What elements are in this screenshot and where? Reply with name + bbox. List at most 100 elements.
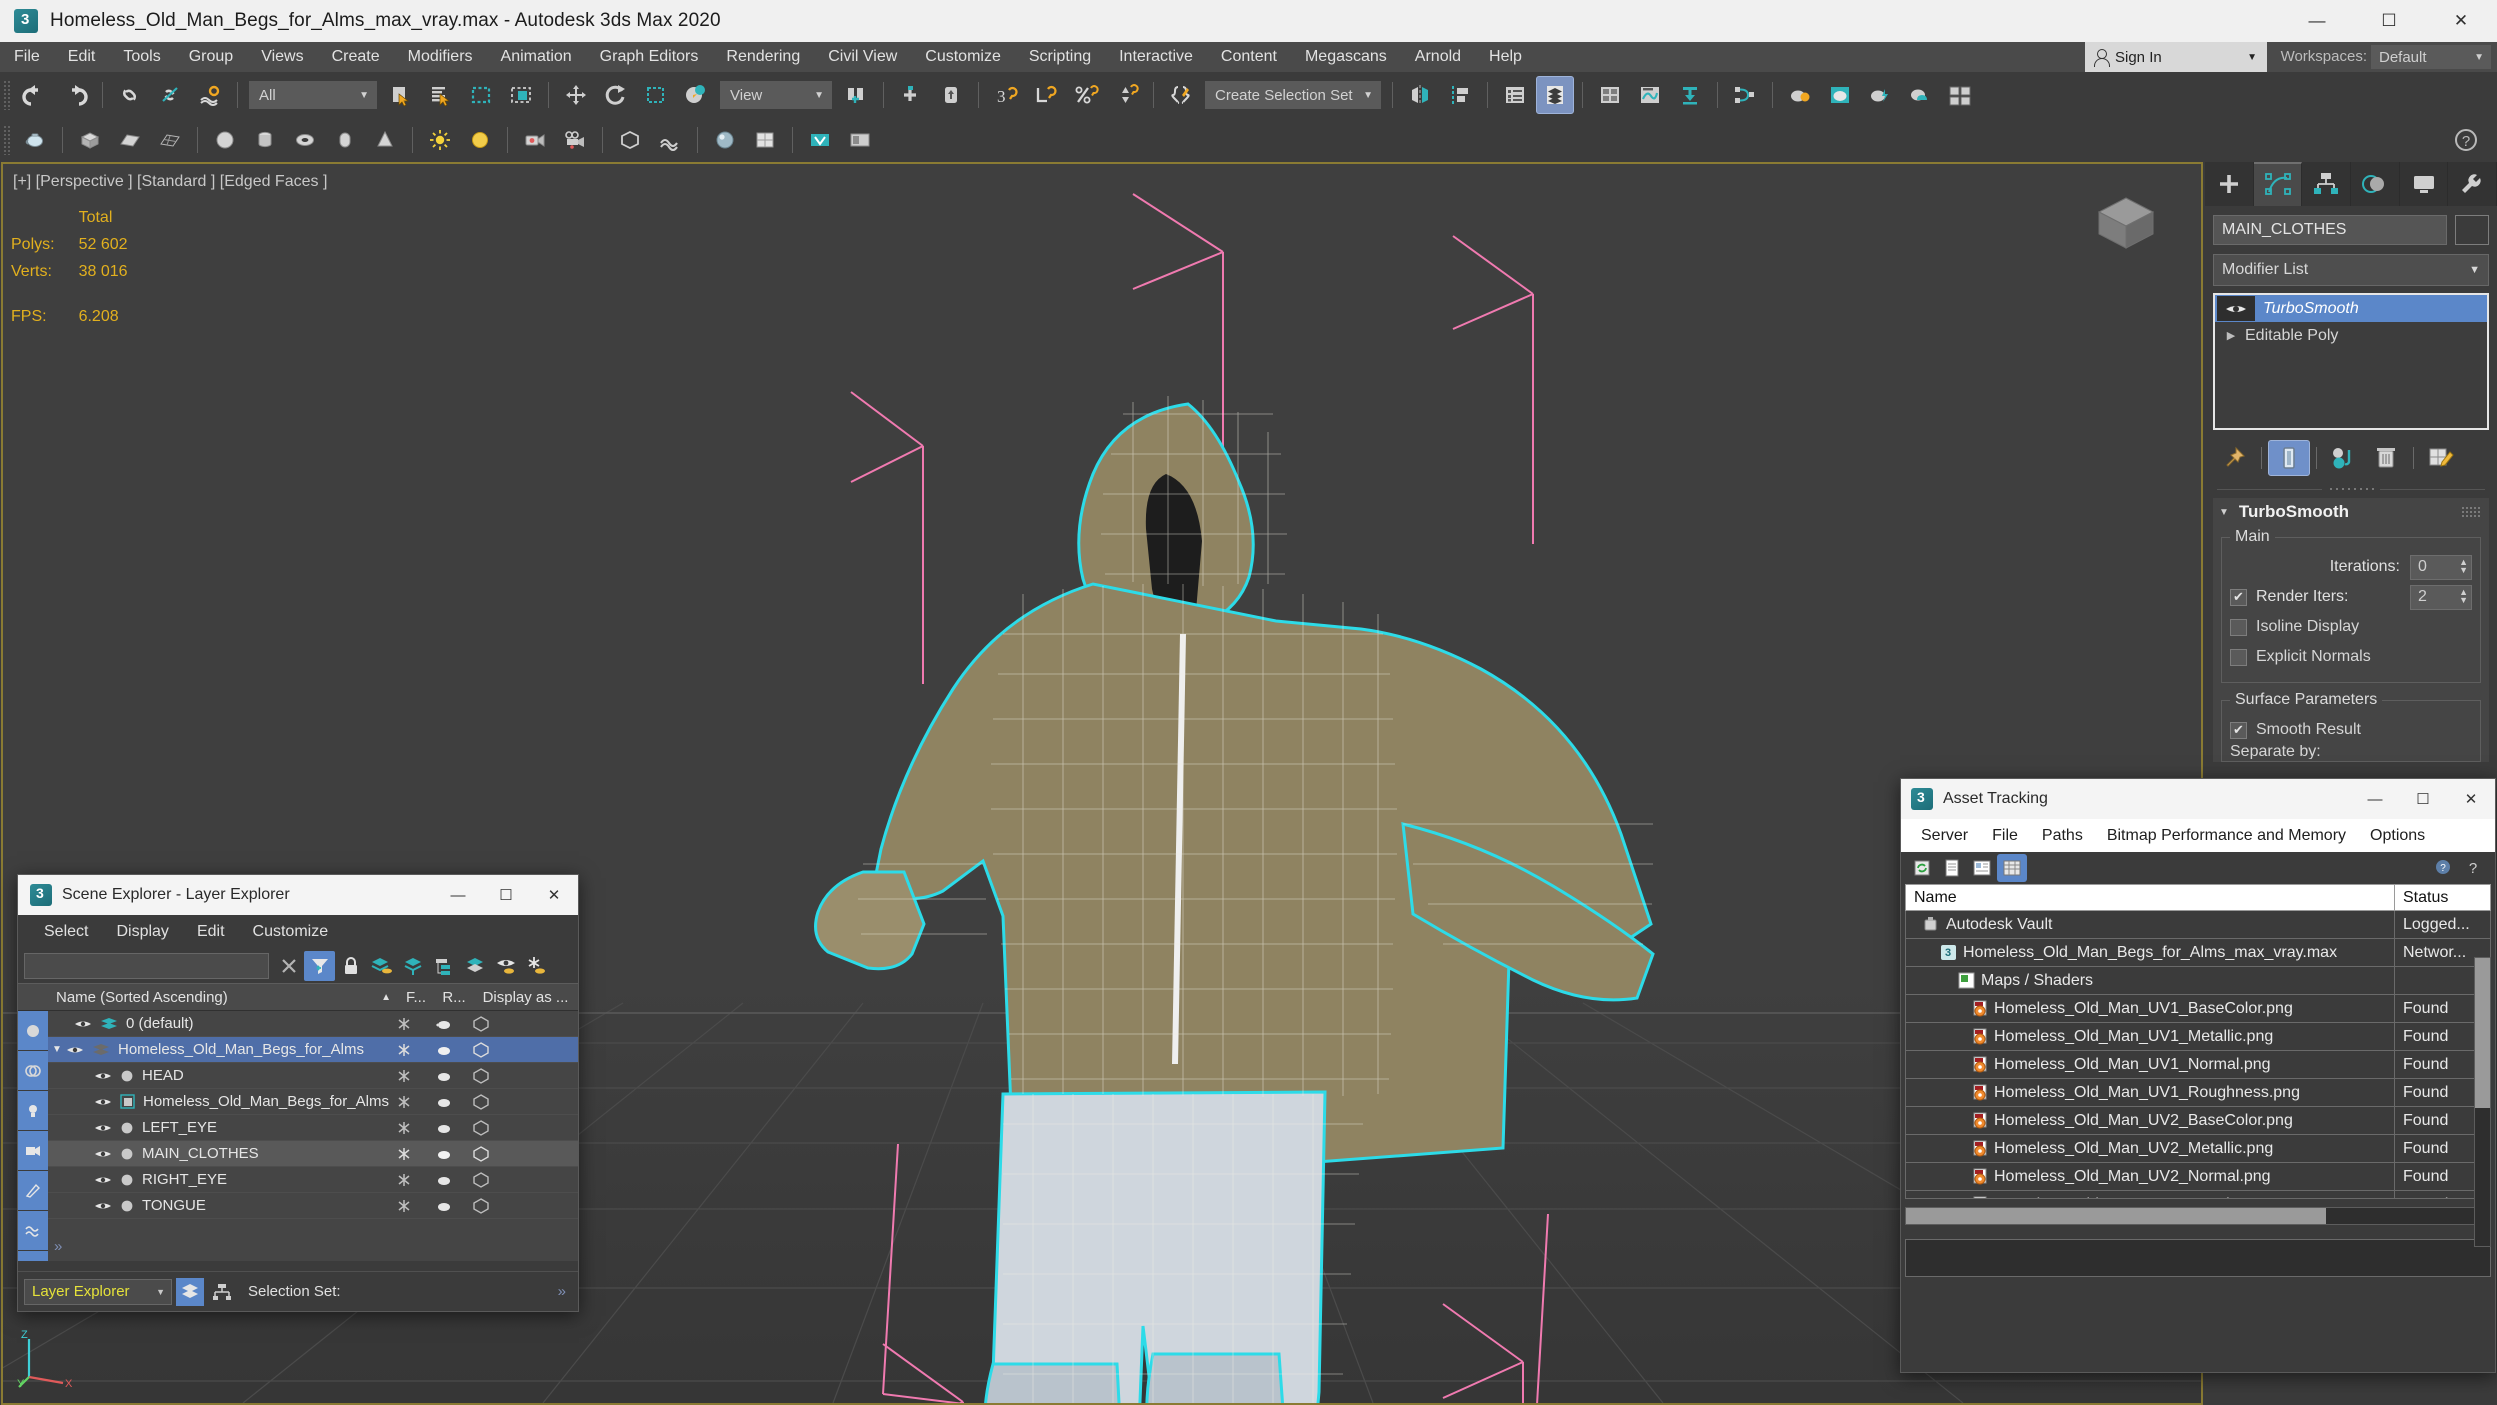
scene-explorer-window[interactable]: Scene Explorer - Layer Explorer — ☐ ✕ Se… — [17, 874, 579, 1312]
list-item[interactable]: RIGHT_EYE — [48, 1167, 578, 1193]
edit-named-selection-sets-icon[interactable] — [1162, 76, 1200, 114]
at-menu-bitmap-performance[interactable]: Bitmap Performance and Memory — [2095, 827, 2358, 845]
close-button[interactable]: ✕ — [2447, 779, 2495, 819]
list-item[interactable]: Homeless_Old_Man_Begs_for_Alms — [48, 1089, 578, 1115]
eye-icon[interactable] — [74, 1018, 92, 1030]
isoline-display-checkbox[interactable] — [2230, 618, 2247, 636]
render-cell[interactable] — [435, 1070, 473, 1082]
display-as-cell[interactable] — [473, 1067, 578, 1084]
select-and-manipulate-icon[interactable] — [892, 76, 930, 114]
list-item[interactable]: ▼ Homeless_Old_Man_Begs_for_Alms — [48, 1037, 578, 1063]
maximize-button[interactable]: ☐ — [2399, 779, 2447, 819]
column-renderable[interactable]: R... — [435, 989, 473, 1006]
tab-utilities[interactable] — [2448, 162, 2497, 206]
menu-graph-editors[interactable]: Graph Editors — [586, 42, 713, 72]
freeze-cell[interactable] — [397, 1121, 435, 1135]
render-in-cloud-icon[interactable] — [1901, 76, 1939, 114]
render-frame-window-icon[interactable] — [1941, 76, 1979, 114]
smooth-result-checkbox[interactable]: ✔ — [2230, 721, 2247, 739]
display-as-cell[interactable] — [473, 1145, 578, 1162]
sun-positioner-icon[interactable] — [461, 121, 499, 159]
smooth-result-row[interactable]: ✔ Smooth Result — [2230, 715, 2472, 745]
configure-modifier-sets-icon[interactable] — [2420, 440, 2462, 476]
expander-right[interactable]: » — [558, 1283, 566, 1300]
toolbar-grip[interactable] — [3, 125, 11, 155]
menu-content[interactable]: Content — [1207, 42, 1291, 72]
render-settings-teapot-icon[interactable] — [1781, 76, 1819, 114]
table-row[interactable]: Homeless_Old_Man_UV1_BaseColor.png Found — [1906, 995, 2490, 1023]
select-and-move-icon[interactable] — [557, 76, 595, 114]
show-end-result-icon[interactable] — [2268, 440, 2310, 476]
close-button[interactable]: ✕ — [530, 875, 578, 915]
workspace-select[interactable]: Default ▼ — [2371, 45, 2491, 69]
render-production-icon[interactable] — [1821, 76, 1859, 114]
omni-light-icon[interactable] — [421, 121, 459, 159]
freeze-cell[interactable] — [397, 1069, 435, 1083]
reference-coordinate-combo[interactable]: View ▼ — [720, 81, 832, 109]
modifier-list-dropdown[interactable]: Modifier List ▼ — [2213, 254, 2489, 286]
modifier-stack[interactable]: TurboSmooth ▶ Editable Poly — [2213, 293, 2489, 430]
help-icon[interactable]: ? — [2459, 854, 2489, 882]
object-name-field[interactable] — [2213, 215, 2447, 245]
render-setup-icon[interactable] — [1671, 76, 1709, 114]
render-cell[interactable] — [435, 1200, 473, 1212]
menu-file[interactable]: File — [0, 42, 54, 72]
filter-space-warps-icon[interactable] — [18, 1211, 48, 1251]
snaps-toggle-icon[interactable] — [932, 76, 970, 114]
curve-editor-icon[interactable] — [1631, 76, 1669, 114]
table-row[interactable]: 3 Homeless_Old_Man_Begs_for_Alms_max_vra… — [1906, 939, 2490, 967]
render-elements-icon[interactable] — [841, 121, 879, 159]
filter-icon[interactable] — [304, 951, 335, 981]
render-iters-spinner[interactable]: 2 ▲ ▼ — [2410, 584, 2472, 610]
target-camera-icon[interactable] — [556, 121, 594, 159]
layer-hierarchy-icon[interactable] — [428, 951, 459, 981]
eye-icon[interactable] — [94, 1070, 112, 1082]
box-primitive-icon[interactable] — [71, 121, 109, 159]
list-item[interactable]: LEFT_EYE — [48, 1115, 578, 1141]
menu-arnold[interactable]: Arnold — [1401, 42, 1475, 72]
minimize-button[interactable]: — — [2281, 0, 2353, 42]
table-row[interactable]: Autodesk Vault Logged... — [1906, 911, 2490, 939]
menu-edit[interactable]: Edit — [54, 42, 110, 72]
window-crossing-icon[interactable] — [502, 76, 540, 114]
uvw-map-icon[interactable] — [746, 121, 784, 159]
tab-modify[interactable] — [2253, 162, 2303, 206]
grid-view-icon[interactable] — [1997, 854, 2027, 882]
hide-layer-icon[interactable] — [490, 951, 521, 981]
table-row[interactable]: Homeless_Old_Man_UV2_BaseColor.png Found — [1906, 1107, 2490, 1135]
compact-material-editor-icon[interactable] — [1591, 76, 1629, 114]
layer-stack-icon[interactable] — [459, 951, 490, 981]
select-layer-icon[interactable] — [397, 951, 428, 981]
table-row[interactable]: Homeless_Old_Man_UV1_Roughness.png Found — [1906, 1079, 2490, 1107]
eye-icon[interactable] — [2217, 296, 2255, 321]
percent-snap-toggle-icon[interactable] — [1067, 76, 1105, 114]
layer-mode-icon[interactable] — [176, 1277, 204, 1306]
tab-display[interactable] — [2400, 162, 2449, 206]
table-row[interactable]: Homeless_Old_Man_UV1_Metallic.png Found — [1906, 1023, 2490, 1051]
lock-icon[interactable] — [335, 951, 366, 981]
tab-motion[interactable] — [2351, 162, 2400, 206]
toolbar-grip[interactable] — [3, 80, 11, 110]
maximize-button[interactable]: ☐ — [482, 875, 530, 915]
search-input[interactable] — [24, 953, 269, 979]
se-menu-edit[interactable]: Edit — [183, 923, 239, 941]
menu-views[interactable]: Views — [247, 42, 317, 72]
display-as-cell[interactable] — [473, 1171, 578, 1188]
use-center-flyout-icon[interactable] — [837, 76, 875, 114]
explicit-normals-checkbox[interactable] — [2230, 648, 2247, 666]
refresh-icon[interactable] — [1907, 854, 1937, 882]
isoline-display-row[interactable]: Isoline Display — [2230, 612, 2472, 642]
freeze-cell[interactable] — [397, 1017, 435, 1031]
filter-shapes-icon[interactable] — [18, 1051, 48, 1091]
list-item[interactable]: MAIN_CLOTHES — [48, 1141, 578, 1167]
select-and-link-icon[interactable] — [111, 76, 149, 114]
list-item[interactable]: 0 (default) — [48, 1011, 578, 1037]
selection-filter-combo[interactable]: All ▼ — [249, 81, 377, 109]
eye-icon[interactable] — [94, 1096, 112, 1108]
menu-group[interactable]: Group — [175, 42, 247, 72]
scrollbar-thumb[interactable] — [1906, 1208, 2326, 1224]
freeze-cell[interactable] — [397, 1173, 435, 1187]
display-as-cell[interactable] — [473, 1041, 578, 1058]
spinner-snap-toggle-icon[interactable] — [1107, 76, 1145, 114]
select-by-name-icon[interactable] — [422, 76, 460, 114]
